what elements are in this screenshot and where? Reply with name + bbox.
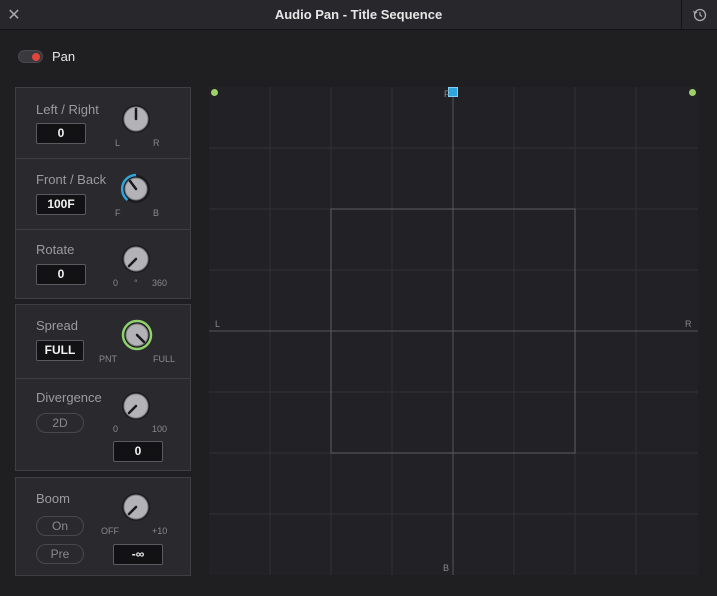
divergence-label: Divergence — [36, 390, 102, 405]
boom-max: +10 — [152, 526, 168, 536]
boom-value[interactable]: -∞ — [113, 544, 163, 565]
rotate-max: 360 — [152, 278, 168, 288]
grid-front-label: F — [444, 89, 450, 99]
divider — [16, 158, 190, 159]
boom-knob[interactable] — [119, 490, 153, 524]
front-back-label: Front / Back — [36, 172, 107, 187]
front-back-min: F — [115, 208, 121, 218]
grid-left-label: L — [215, 319, 221, 329]
rotate-label: Rotate — [36, 242, 75, 257]
toggle-indicator — [32, 52, 40, 61]
divergence-min: 0 — [113, 424, 119, 434]
corner-speaker-front-left — [211, 89, 218, 96]
front-back-knob[interactable] — [119, 172, 153, 206]
rotate-value[interactable]: 0 — [36, 264, 86, 285]
pan-grid[interactable]: F B L R — [209, 87, 698, 575]
front-back-max: B — [153, 208, 160, 218]
pan-label: Pan — [52, 48, 76, 64]
left-right-value[interactable]: 0 — [36, 123, 86, 144]
divergence-knob[interactable] — [119, 389, 153, 423]
divergence-2d-button[interactable]: 2D — [36, 413, 84, 433]
reset-button[interactable] — [681, 0, 717, 30]
boom-group: Boom On Pre OFF +10 -∞ — [15, 477, 191, 576]
divider — [16, 229, 190, 230]
rotate-min: 0 — [113, 278, 119, 288]
corner-speaker-front-right — [689, 89, 696, 96]
left-right-max: R — [153, 138, 160, 148]
boom-min: OFF — [101, 526, 119, 536]
spread-knob[interactable] — [119, 317, 155, 353]
pan-toggle-row: Pan — [18, 46, 75, 66]
boom-pre-button[interactable]: Pre — [36, 544, 84, 564]
spread-min: PNT — [99, 354, 117, 364]
left-right-min: L — [115, 138, 121, 148]
divergence-value[interactable]: 0 — [113, 441, 163, 462]
left-right-knob[interactable] — [119, 102, 153, 136]
left-right-label: Left / Right — [36, 102, 99, 117]
divergence-max: 100 — [152, 424, 168, 434]
divider — [16, 378, 190, 379]
grid-lines — [209, 87, 698, 575]
grid-right-label: R — [685, 319, 692, 329]
reset-history-icon — [692, 8, 706, 22]
pan-toggle[interactable] — [18, 49, 43, 63]
grid-back-label: B — [443, 563, 450, 573]
window-title: Audio Pan - Title Sequence — [274, 7, 443, 22]
spread-value[interactable]: FULL — [36, 340, 84, 361]
boom-on-button[interactable]: On — [36, 516, 84, 536]
front-back-value[interactable]: 100F — [36, 194, 86, 215]
spread-label: Spread — [36, 318, 78, 333]
title-bar: ✕ Audio Pan - Title Sequence — [0, 0, 717, 30]
rotate-unit: ° — [134, 278, 138, 288]
position-group: Left / Right 0 L R Front / Back 100F F B… — [15, 87, 191, 299]
spread-max: FULL — [153, 354, 176, 364]
boom-label: Boom — [36, 491, 70, 506]
spread-group: Spread FULL PNT FULL Divergence 2D 0 100… — [15, 304, 191, 471]
rotate-knob[interactable] — [119, 242, 153, 276]
